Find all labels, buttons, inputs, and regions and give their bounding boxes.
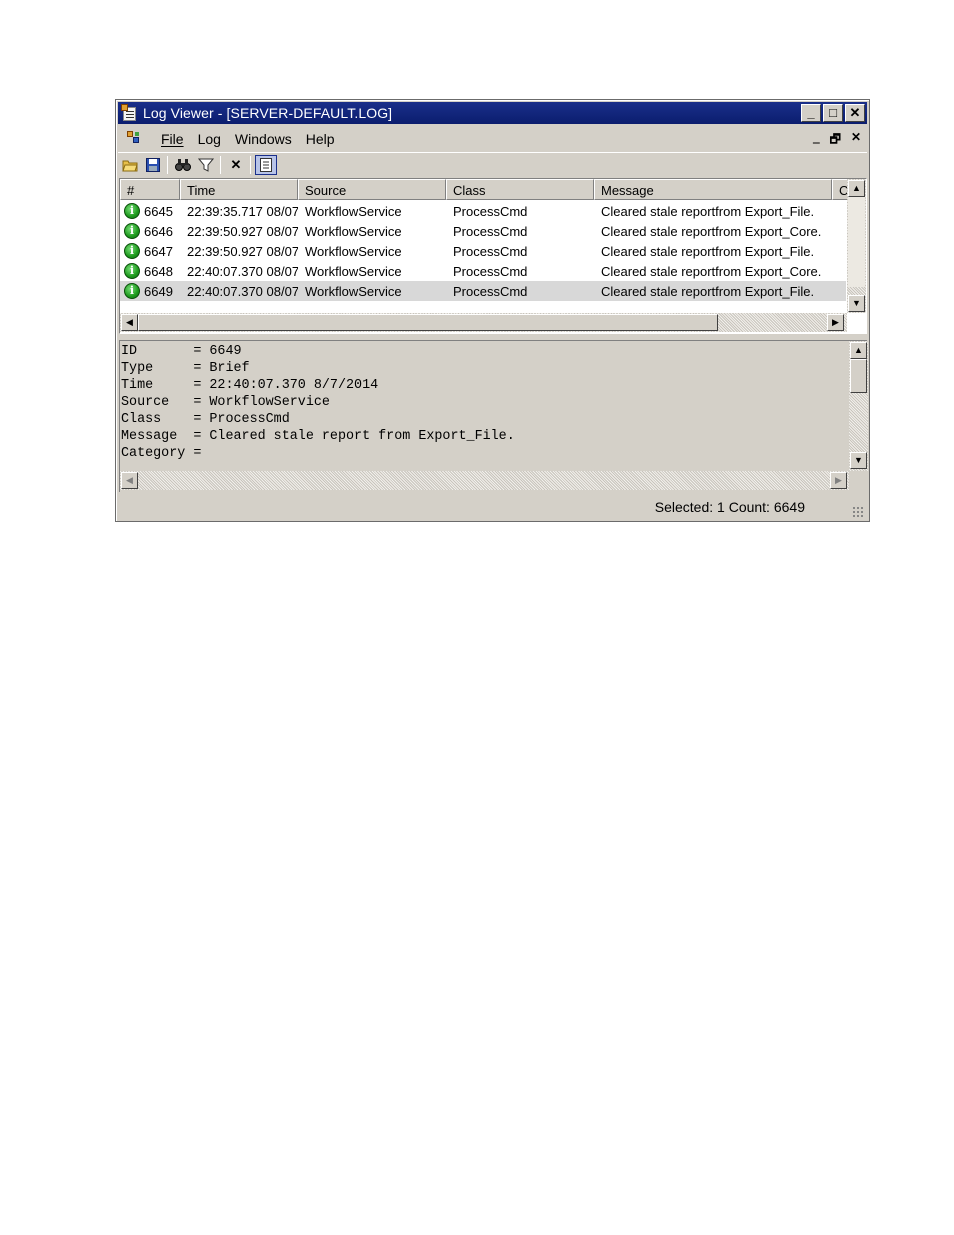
maximize-button[interactable]: □: [823, 104, 843, 122]
mdi-minimize-button[interactable]: ‗: [813, 130, 820, 151]
scroll-up-icon[interactable]: ▲: [848, 180, 865, 197]
open-folder-icon[interactable]: [119, 155, 141, 175]
scroll-thumb[interactable]: [850, 359, 867, 393]
toolbar-separator: [250, 155, 251, 174]
scroll-left-icon[interactable]: ◀: [121, 472, 138, 489]
list-horizontal-scrollbar[interactable]: ◀ ▶: [120, 313, 847, 332]
mdi-restore-button[interactable]: 🗗: [830, 130, 841, 151]
app-icon: [121, 104, 139, 122]
row-message: Cleared stale reportfrom Export_File.: [601, 203, 815, 219]
row-message: Cleared stale reportfrom Export_File.: [601, 243, 815, 259]
toolbar-separator: [167, 155, 168, 174]
scroll-up-icon[interactable]: ▲: [850, 342, 867, 359]
filter-icon[interactable]: [195, 155, 217, 175]
detail-text[interactable]: ID = 6649 Type = Brief Time = 22:40:07.3…: [121, 343, 515, 462]
scroll-down-icon[interactable]: ▼: [850, 452, 867, 469]
close-button[interactable]: ✕: [845, 104, 865, 122]
toolbar: ✕: [118, 152, 867, 176]
row-time: 22:39:35.717 08/07: [187, 203, 298, 219]
row-source: WorkflowService: [305, 263, 402, 279]
row-class: ProcessCmd: [453, 223, 528, 239]
menu-log[interactable]: Log: [198, 131, 221, 147]
delete-icon[interactable]: ✕: [225, 155, 247, 175]
scroll-thumb[interactable]: [138, 314, 718, 331]
title-bar[interactable]: Log Viewer - [SERVER-DEFAULT.LOG] _ □ ✕: [118, 102, 867, 124]
row-message: Cleared stale reportfrom Export_File.: [601, 283, 815, 299]
menu-help[interactable]: Help: [306, 131, 335, 147]
detail-line: Category =: [121, 446, 202, 461]
log-list[interactable]: # Time Source Class Message C i 6645 22:3…: [119, 178, 867, 334]
table-row[interactable]: i 6646 22:39:50.927 08/07 WorkflowService…: [120, 221, 846, 241]
save-icon[interactable]: [142, 155, 164, 175]
row-message: Cleared stale reportfrom Export_Core.: [601, 223, 822, 239]
detail-line: Type = Brief: [121, 361, 250, 376]
row-time: 22:40:07.370 08/07: [187, 283, 298, 299]
info-icon: i: [124, 223, 140, 239]
row-class: ProcessCmd: [453, 283, 528, 299]
column-header-class[interactable]: Class: [446, 179, 594, 200]
scroll-left-icon[interactable]: ◀: [121, 314, 138, 331]
mdi-child-icon[interactable]: [127, 131, 143, 147]
table-row[interactable]: i 6645 22:39:35.717 08/07 WorkflowService…: [120, 201, 846, 221]
detail-horizontal-scrollbar[interactable]: ◀ ▶: [120, 471, 849, 490]
find-icon[interactable]: [172, 155, 194, 175]
detail-line: Class = ProcessCmd: [121, 412, 290, 427]
scroll-right-icon[interactable]: ▶: [827, 314, 844, 331]
detail-line: Message = Cleared stale report from Expo…: [121, 429, 515, 444]
minimize-button[interactable]: _: [801, 104, 821, 122]
list-header: # Time Source Class Message C: [120, 179, 850, 200]
status-bar: Selected: 1 Count: 6649: [118, 496, 867, 520]
row-id: 6647: [144, 243, 173, 259]
row-time: 22:39:50.927 08/07: [187, 223, 298, 239]
details-toggle-icon[interactable]: [255, 154, 277, 175]
info-icon: i: [124, 203, 140, 219]
row-source: WorkflowService: [305, 283, 402, 299]
table-row[interactable]: i 6647 22:39:50.927 08/07 WorkflowService…: [120, 241, 846, 261]
table-row[interactable]: i 6648 22:40:07.370 08/07 WorkflowService…: [120, 261, 846, 281]
row-source: WorkflowService: [305, 203, 402, 219]
row-time: 22:39:50.927 08/07: [187, 243, 298, 259]
menu-bar: File Log Windows Help ‗ 🗗 ✕: [118, 127, 867, 151]
column-header-message[interactable]: Message: [594, 179, 832, 200]
toolbar-separator: [220, 155, 221, 174]
row-time: 22:40:07.370 08/07: [187, 263, 298, 279]
scroll-track[interactable]: [848, 197, 865, 287]
column-header-source[interactable]: Source: [298, 179, 446, 200]
row-id: 6648: [144, 263, 173, 279]
info-icon: i: [124, 283, 140, 299]
row-class: ProcessCmd: [453, 203, 528, 219]
detail-vertical-scrollbar[interactable]: ▲ ▼: [849, 341, 868, 471]
detail-line: ID = 6649: [121, 344, 242, 359]
row-id: 6646: [144, 223, 173, 239]
list-vertical-scrollbar[interactable]: ▲ ▼: [847, 179, 866, 313]
log-viewer-window: Log Viewer - [SERVER-DEFAULT.LOG] _ □ ✕ …: [115, 99, 870, 522]
detail-pane[interactable]: ID = 6649 Type = Brief Time = 22:40:07.3…: [119, 340, 868, 492]
menu-file[interactable]: File: [161, 131, 184, 147]
row-source: WorkflowService: [305, 223, 402, 239]
row-source: WorkflowService: [305, 243, 402, 259]
resize-grip-icon[interactable]: [852, 506, 864, 518]
scroll-right-icon[interactable]: ▶: [830, 472, 847, 489]
row-message: Cleared stale reportfrom Export_Core.: [601, 263, 822, 279]
row-class: ProcessCmd: [453, 243, 528, 259]
row-class: ProcessCmd: [453, 263, 528, 279]
column-header-time[interactable]: Time: [180, 179, 298, 200]
info-icon: i: [124, 263, 140, 279]
column-header-number[interactable]: #: [120, 179, 180, 200]
detail-line: Time = 22:40:07.370 8/7/2014: [121, 378, 379, 393]
table-row-selected[interactable]: i 6649 22:40:07.370 08/07 WorkflowService…: [120, 281, 846, 301]
list-rows: i 6645 22:39:35.717 08/07 WorkflowService…: [120, 201, 846, 301]
mdi-close-button[interactable]: ✕: [851, 130, 861, 151]
row-id: 6645: [144, 203, 173, 219]
window-title: Log Viewer - [SERVER-DEFAULT.LOG]: [143, 105, 393, 121]
menu-windows[interactable]: Windows: [235, 131, 292, 147]
row-id: 6649: [144, 283, 173, 299]
detail-line: Source = WorkflowService: [121, 395, 330, 410]
info-icon: i: [124, 243, 140, 259]
status-text: Selected: 1 Count: 6649: [654, 499, 805, 515]
scroll-down-icon[interactable]: ▼: [848, 295, 865, 312]
